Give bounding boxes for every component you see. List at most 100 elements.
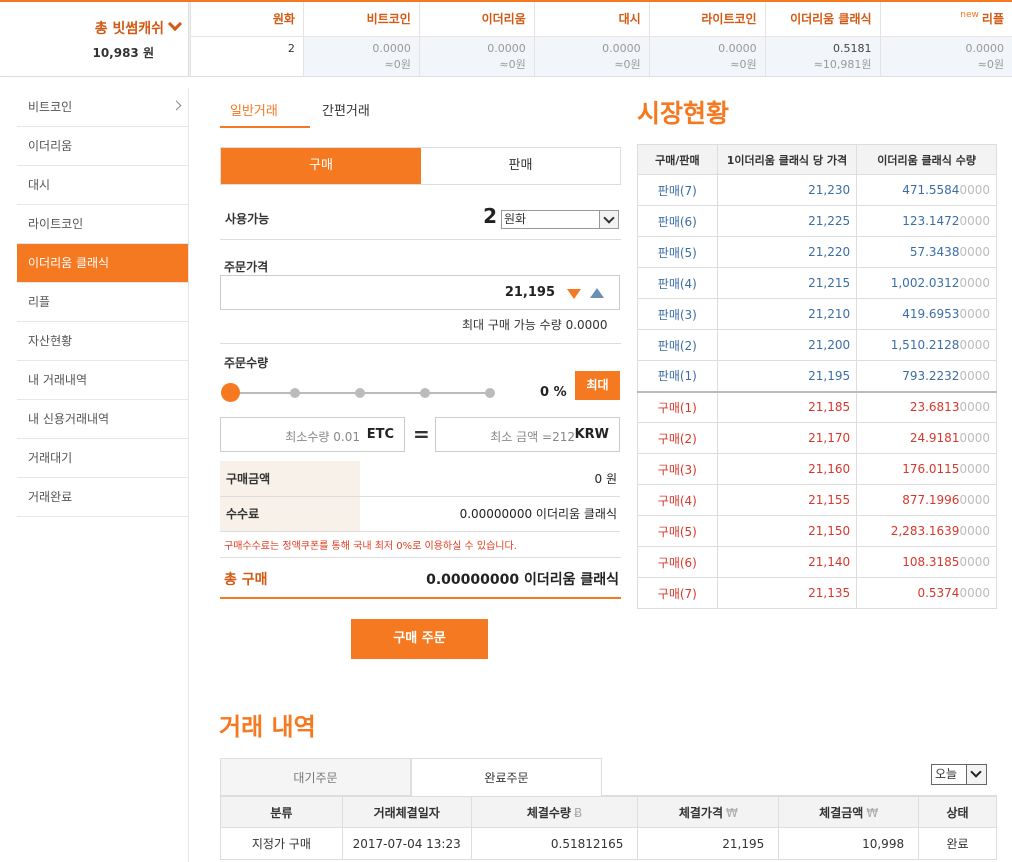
amount-input[interactable]: 최소 금액 =212 KRW — [435, 417, 620, 452]
orderbook-row[interactable]: 구매(1) 21,185 23.68130000 — [637, 390, 997, 423]
available-currency-select[interactable]: 원화 — [501, 210, 619, 229]
orderbook-price[interactable]: 21,150 — [716, 515, 858, 547]
coin-cell-btc: 0.0000 ≈0원 — [302, 36, 420, 76]
sidebar-item-litecoin[interactable]: 라이트코인 — [17, 205, 188, 244]
orderbook-type: 판매(6) — [637, 205, 718, 237]
orderbook-price[interactable]: 21,220 — [716, 236, 858, 268]
orderbook-qty-value: 0.5374 — [917, 586, 960, 600]
order-qty-label: 주문수량 — [224, 356, 269, 370]
history-header-status: 상태 — [918, 796, 997, 828]
orderbook-price[interactable]: 21,195 — [716, 360, 858, 392]
coin-cell-eth: 0.0000 ≈0원 — [418, 36, 535, 76]
quantity-input[interactable]: 최소수량 0.01 ETC — [220, 417, 405, 452]
coin-cell-krw: 2 — [190, 36, 304, 76]
sidebar-item-ethereum-classic[interactable]: 이더리움 클래식 — [17, 244, 188, 283]
orderbook-type: 판매(5) — [637, 236, 718, 268]
orderbook-qty-zeros: 0000 — [959, 524, 990, 538]
coin-header-ltc: 라이트코인 — [648, 2, 766, 37]
orderbook-price[interactable]: 21,140 — [716, 546, 858, 578]
total-buy-value: 0.00000000 이더리움 클래식 — [426, 572, 619, 588]
sidebar: 비트코인 이더리움 대시 라이트코인 이더리움 클래식 리플 자산현황 내 거래… — [17, 88, 189, 862]
orderbook-qty-value: 1,002.0312 — [890, 276, 960, 290]
orderbook-qty: 471.55840000 — [856, 174, 997, 206]
buy-order-button[interactable]: 구매 주문 — [351, 619, 488, 659]
price-increase-icon[interactable] — [590, 288, 604, 298]
orderbook-header-qty: 이더리움 클래식 수량 — [856, 144, 997, 175]
buy-tab[interactable]: 구매 — [221, 148, 421, 184]
tab-normal-trade[interactable]: 일반거래 — [220, 100, 310, 128]
orderbook-price[interactable]: 21,185 — [716, 390, 858, 423]
orderbook-row[interactable]: 판매(7) 21,230 471.55840000 — [637, 174, 997, 206]
history-price: 21,195 — [637, 827, 780, 860]
sidebar-item-ethereum[interactable]: 이더리움 — [17, 127, 188, 166]
orderbook-qty-zeros: 0000 — [959, 307, 990, 321]
slider-step-50[interactable] — [355, 388, 365, 398]
orderbook-row[interactable]: 구매(6) 21,140 108.31850000 — [637, 546, 997, 578]
chevron-down-icon[interactable] — [966, 765, 986, 784]
orderbook-price[interactable]: 21,200 — [716, 329, 858, 361]
orderbook-row[interactable]: 구매(4) 21,155 877.19960000 — [637, 484, 997, 516]
orderbook-row[interactable]: 판매(1) 21,195 793.22320000 — [637, 360, 997, 392]
orderbook-price[interactable]: 21,170 — [716, 422, 858, 454]
sidebar-item-ripple[interactable]: 리플 — [17, 283, 188, 322]
qty-slider-handle[interactable] — [221, 383, 240, 402]
orderbook-qty-zeros: 0000 — [959, 462, 990, 476]
orderbook-price[interactable]: 21,135 — [716, 577, 858, 609]
history-status: 완료 — [918, 827, 997, 860]
orderbook-row[interactable]: 구매(2) 21,170 24.91810000 — [637, 422, 997, 454]
chevron-down-icon[interactable] — [599, 211, 618, 228]
sidebar-item-dash[interactable]: 대시 — [17, 166, 188, 205]
coin-header-eth: 이더리움 — [418, 2, 535, 37]
total-balance-label: 총 빗썸캐쉬 — [94, 21, 164, 37]
sell-tab[interactable]: 판매 — [421, 148, 620, 184]
fee-label: 수수료 — [220, 496, 360, 532]
orderbook-price[interactable]: 21,160 — [716, 453, 858, 485]
orderbook-price[interactable]: 21,210 — [716, 298, 858, 330]
orderbook-qty-value: 57.3438 — [909, 245, 960, 259]
sidebar-item-completed[interactable]: 거래완료 — [17, 478, 188, 517]
orderbook-row[interactable]: 판매(2) 21,200 1,510.21280000 — [637, 329, 997, 361]
orderbook-row[interactable]: 구매(3) 21,160 176.01150000 — [637, 453, 997, 485]
orderbook-type: 구매(7) — [637, 577, 718, 609]
price-decrease-icon[interactable] — [567, 289, 581, 299]
coin-header-btc: 비트코인 — [302, 2, 420, 37]
slider-step-75[interactable] — [420, 388, 430, 398]
slider-step-25[interactable] — [290, 388, 300, 398]
orderbook-row[interactable]: 판매(3) 21,210 419.69530000 — [637, 298, 997, 330]
tab-completed-orders[interactable]: 완료주문 — [411, 758, 602, 797]
orderbook-row[interactable]: 판매(6) 21,225 123.14720000 — [637, 205, 997, 237]
orderbook-qty: 24.91810000 — [856, 422, 997, 454]
orderbook-qty-zeros: 0000 — [959, 276, 990, 290]
history-header-qty: 체결수량 Ƀ — [470, 796, 639, 828]
period-select[interactable]: 오늘 — [931, 764, 987, 785]
orderbook-row[interactable]: 구매(5) 21,150 2,283.16390000 — [637, 515, 997, 547]
coin-header-dash: 대시 — [533, 2, 650, 37]
orderbook-type: 판매(7) — [637, 174, 718, 206]
sidebar-item-my-credit-trades[interactable]: 내 신용거래내역 — [17, 400, 188, 439]
total-balance-title[interactable]: 총 빗썸캐쉬 — [94, 16, 183, 38]
sidebar-item-my-trades[interactable]: 내 거래내역 — [17, 361, 188, 400]
sidebar-item-assets[interactable]: 자산현황 — [17, 322, 188, 361]
orderbook-row[interactable]: 판매(4) 21,215 1,002.03120000 — [637, 267, 997, 299]
order-price-input[interactable]: 21,195 — [220, 275, 620, 310]
orderbook-price[interactable]: 21,230 — [716, 174, 858, 206]
chevron-down-icon[interactable] — [167, 16, 183, 32]
orderbook-price[interactable]: 21,215 — [716, 267, 858, 299]
orderbook-price[interactable]: 21,225 — [716, 205, 858, 237]
orderbook-price[interactable]: 21,155 — [716, 484, 858, 516]
tab-pending-orders[interactable]: 대기주문 — [220, 758, 411, 796]
slider-step-100[interactable] — [485, 388, 495, 398]
header-divider — [0, 76, 1012, 77]
total-balance-box[interactable]: 총 빗썸캐쉬 10,983 원 — [0, 2, 189, 76]
orderbook-row[interactable]: 판매(5) 21,220 57.34380000 — [637, 236, 997, 268]
sidebar-item-bitcoin[interactable]: 비트코인 — [17, 88, 188, 127]
sidebar-item-pending[interactable]: 거래대기 — [17, 439, 188, 478]
tab-simple-trade[interactable]: 간편거래 — [322, 100, 412, 128]
max-button[interactable]: 최대 — [575, 371, 620, 400]
history-date: 2017-07-04 13:23 — [341, 827, 472, 860]
orderbook-qty: 123.14720000 — [856, 205, 997, 237]
orderbook-qty-value: 1,510.2128 — [890, 338, 960, 352]
orderbook-row[interactable]: 구매(7) 21,135 0.53740000 — [637, 577, 997, 609]
coin-cell-xrp: 0.0000 ≈0원 — [879, 36, 1012, 76]
orderbook-type: 구매(1) — [637, 390, 718, 423]
